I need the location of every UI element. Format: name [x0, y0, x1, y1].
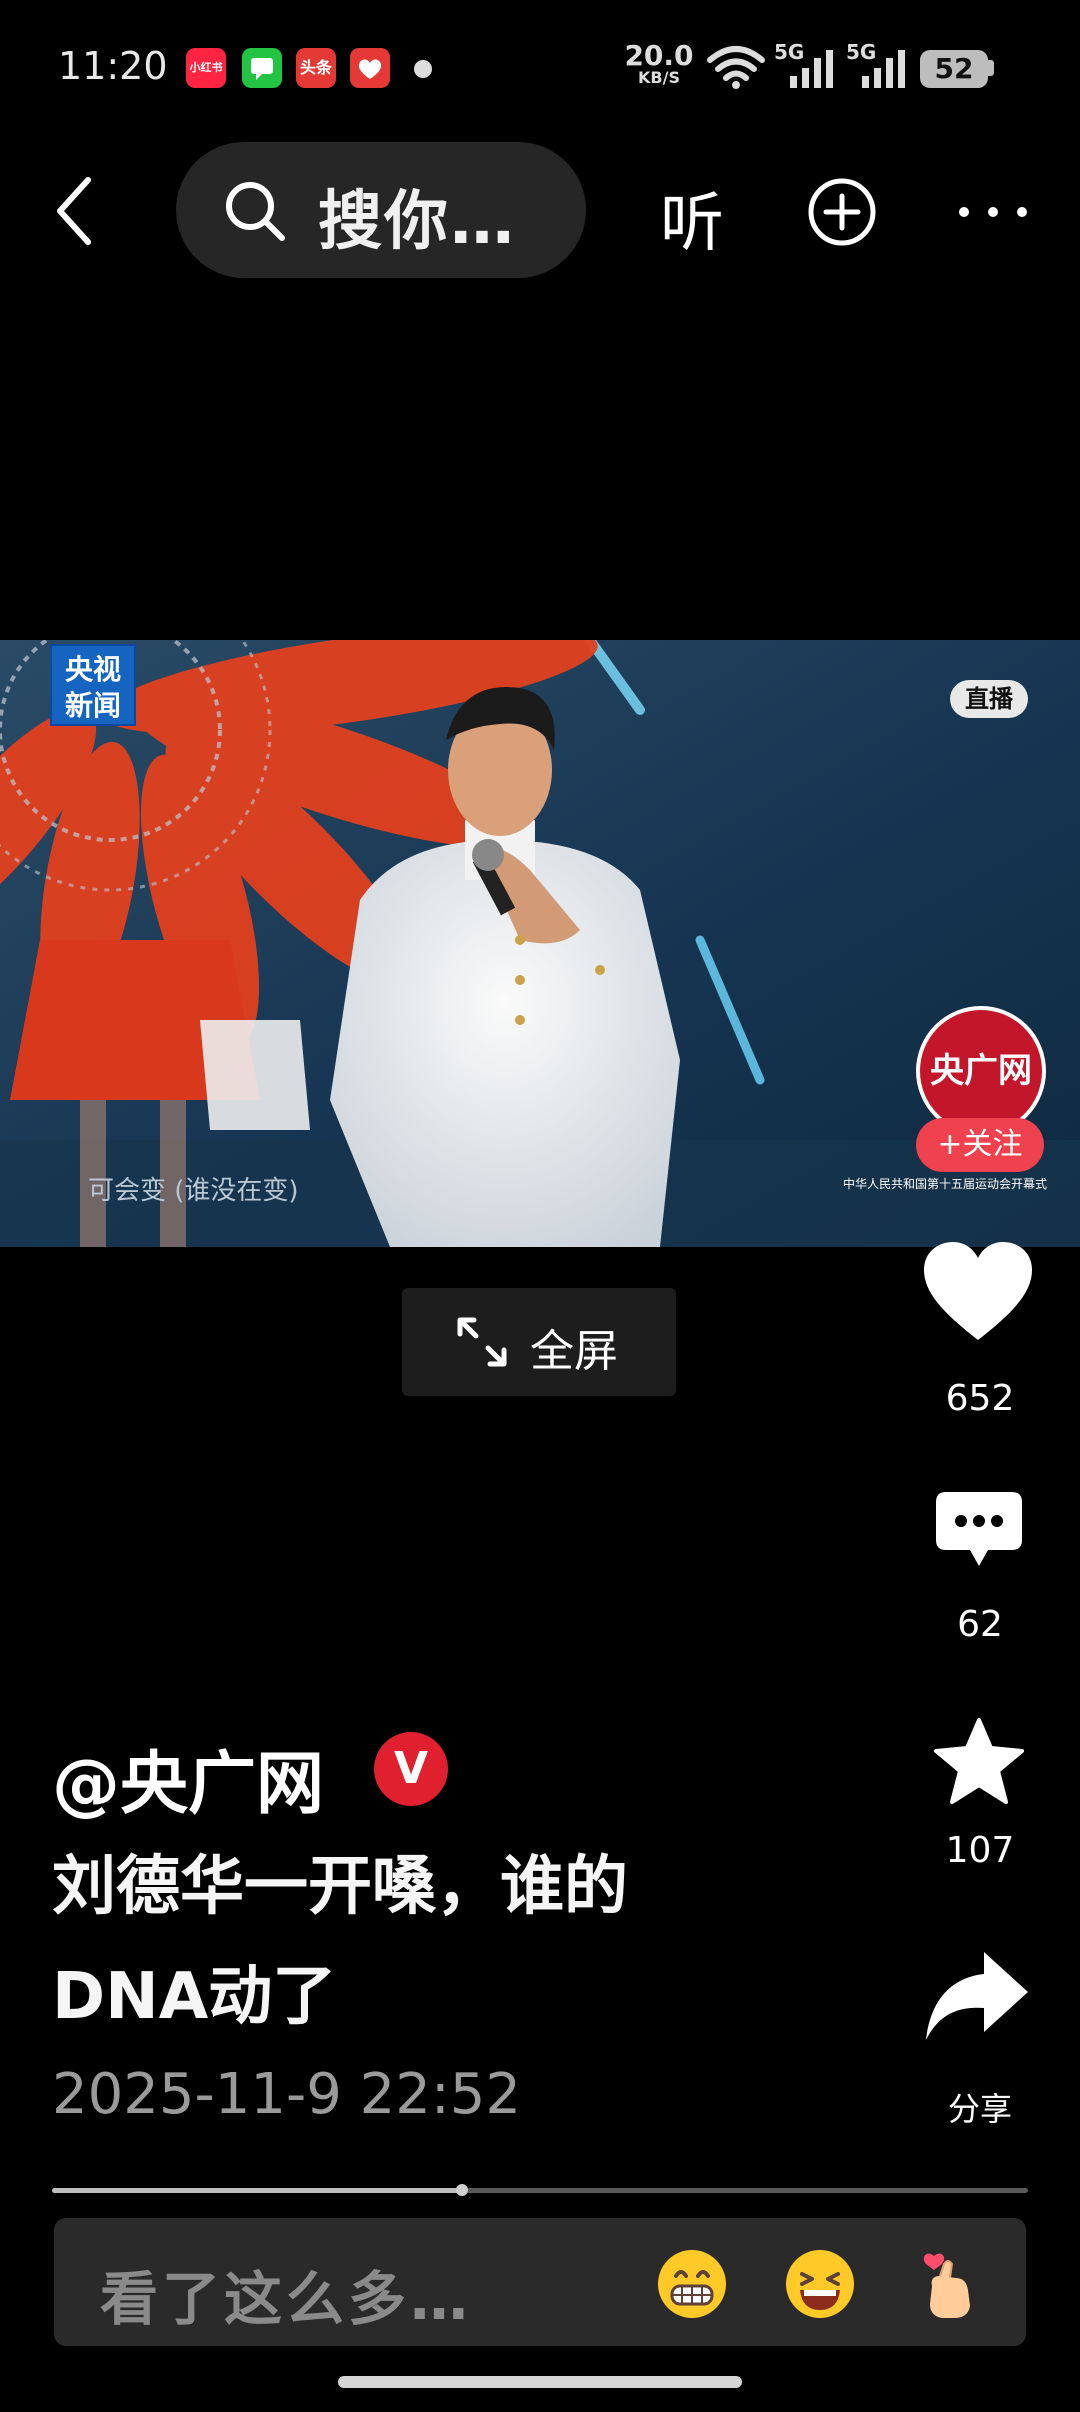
comment-count: 62: [957, 1604, 1003, 1645]
network-speed: 20.0 KB/S: [624, 42, 694, 86]
video-progress-thumb[interactable]: [455, 2184, 468, 2196]
video-subtitle: 可会变 (谁没在变): [88, 1176, 299, 1206]
shopping-app-icon: [350, 48, 390, 88]
follow-button[interactable]: +关注: [916, 1118, 1044, 1172]
favorite-count: 107: [945, 1830, 1015, 1871]
live-badge: 直播: [950, 680, 1028, 718]
author-avatar[interactable]: 央广网: [916, 1006, 1046, 1136]
share-arrow-icon[interactable]: [922, 1948, 1032, 2044]
share-label: 分享: [947, 2090, 1012, 2128]
more-horizontal-icon[interactable]: [956, 200, 1030, 224]
comment-icon[interactable]: [934, 1488, 1024, 1572]
video-progress-fill: [52, 2188, 462, 2193]
expand-icon: [457, 1317, 507, 1367]
toutiao-app-icon: 头条: [296, 48, 336, 88]
favorite-star-icon[interactable]: [932, 1716, 1026, 1806]
signal-5g-1-icon: 5G: [774, 40, 838, 90]
wifi-icon: [707, 46, 765, 89]
like-heart-icon[interactable]: [922, 1240, 1034, 1344]
like-count: 652: [945, 1378, 1015, 1419]
battery-tip: [988, 60, 994, 76]
finger-heart-icon[interactable]: [910, 2246, 986, 2322]
notification-dot-icon: [414, 60, 432, 78]
signal-5g-2-icon: 5G: [846, 40, 910, 90]
home-indicator[interactable]: [338, 2376, 742, 2388]
author-name[interactable]: @央广网: [52, 1728, 324, 1827]
caption-line-2: DNA动了: [52, 1960, 337, 2034]
verified-badge-icon: V: [374, 1732, 448, 1806]
xiaohongshu-app-icon: 小红书: [186, 48, 226, 88]
caption-line-1: 刘德华一开嗓，谁的: [52, 1850, 628, 1924]
back-chevron-icon[interactable]: [54, 176, 94, 246]
event-caption: 中华人民共和国第十五届运动会开幕式: [842, 1177, 1047, 1191]
listen-button[interactable]: 听: [660, 172, 724, 264]
laughing-face-icon[interactable]: [782, 2246, 858, 2322]
network-speed-unit: KB/S: [638, 68, 680, 87]
post-date: 2025-11-9 22:52: [52, 2062, 521, 2127]
search-icon: [226, 182, 285, 241]
network-speed-value: 20.0: [624, 39, 694, 72]
battery-indicator: 52: [920, 50, 988, 88]
comment-input-placeholder[interactable]: 看了这么多…: [100, 2252, 472, 2336]
fullscreen-label: 全屏: [530, 1326, 618, 1377]
search-placeholder[interactable]: 搜你…: [318, 170, 516, 262]
cctv-news-logo: 央视 新闻: [50, 644, 136, 726]
grinning-face-icon[interactable]: [654, 2246, 730, 2322]
message-app-icon: [242, 48, 282, 88]
status-time: 11:20: [58, 44, 168, 88]
add-circle-icon[interactable]: [806, 176, 878, 248]
